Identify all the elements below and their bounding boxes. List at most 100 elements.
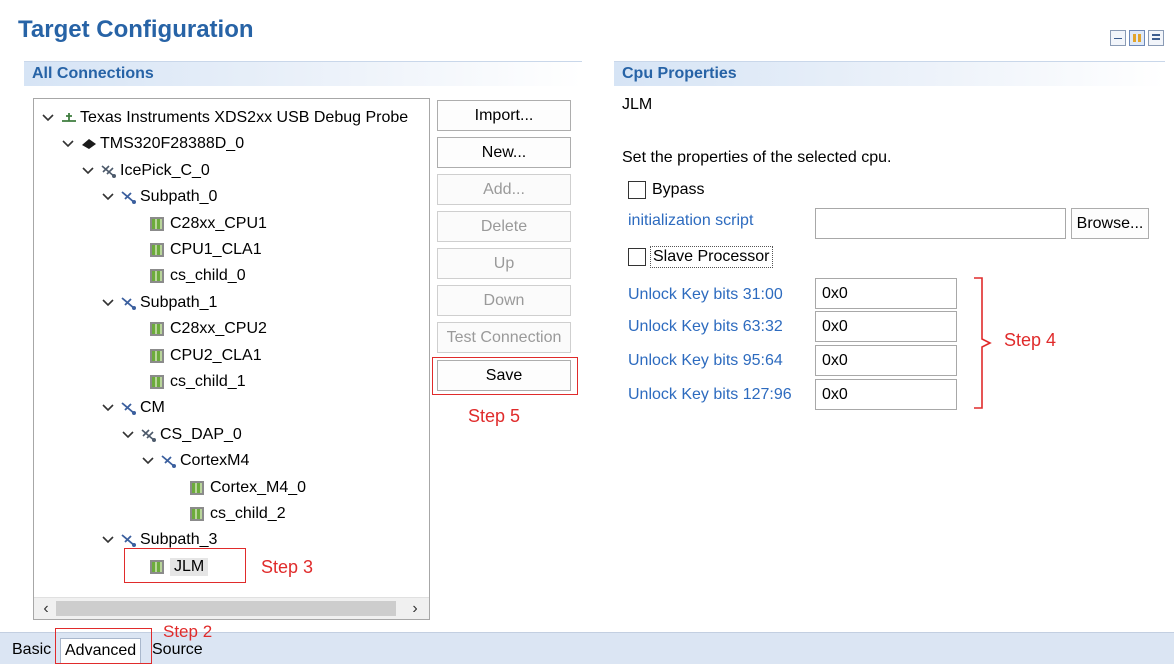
tree-item-label: Cortex_M4_0 — [210, 478, 307, 496]
test-connection-button[interactable]: Test Connection — [437, 322, 571, 353]
advanced-tab-highlight — [55, 628, 152, 664]
unlock-key-input-0[interactable]: 0x0 — [815, 278, 957, 309]
slave-processor-row[interactable]: Slave Processor — [628, 246, 773, 268]
cpu-properties-header: Cpu Properties — [614, 61, 1165, 86]
down-button[interactable]: Down — [437, 285, 571, 316]
tree-item[interactable]: Subpath_1 — [102, 290, 217, 316]
device-icon — [80, 136, 98, 152]
chevron-down-icon[interactable] — [42, 112, 54, 124]
init-script-label: initialization script — [628, 212, 754, 229]
unlock-key-label-3: Unlock Key bits 127:96 — [628, 386, 792, 403]
jlm-highlight — [124, 548, 246, 583]
scroll-thumb[interactable] — [56, 601, 396, 616]
unlock-key-label-0: Unlock Key bits 31:00 — [628, 286, 783, 303]
unlock-key-input-1[interactable]: 0x0 — [815, 311, 957, 342]
step4-label: Step 4 — [1004, 330, 1057, 350]
subpath-icon — [120, 295, 138, 311]
collapse-icon[interactable] — [1110, 30, 1126, 46]
tree-item-label: CPU1_CLA1 — [170, 241, 262, 258]
chevron-down-icon[interactable] — [102, 534, 114, 546]
tree-item[interactable]: Cortex_M4_0 — [190, 475, 306, 501]
slave-processor-checkbox[interactable] — [628, 248, 646, 266]
tree-item-label: C28xx_CPU2 — [170, 320, 267, 338]
tree-item-label: C28xx_CPU1 — [170, 214, 267, 232]
new-button[interactable]: New... — [437, 137, 571, 168]
chevron-down-icon[interactable] — [62, 138, 74, 150]
subpath-icon — [120, 189, 138, 205]
unlock-key-label-1: Unlock Key bits 63:32 — [628, 318, 783, 335]
cpu-chip-icon — [150, 322, 164, 337]
tree-item[interactable]: cs_child_1 — [150, 369, 246, 395]
tree-item-label: cs_child_0 — [170, 267, 246, 285]
cpu-chip-icon — [150, 375, 164, 389]
tree-item[interactable]: CortexM4 — [142, 448, 249, 474]
up-button[interactable]: Up — [437, 248, 571, 279]
chevron-down-icon[interactable] — [142, 455, 154, 467]
chevron-down-icon[interactable] — [122, 429, 134, 441]
step5-label: Step 5 — [468, 406, 521, 426]
list-view-icon[interactable] — [1148, 30, 1164, 46]
chevron-down-icon[interactable] — [82, 165, 94, 177]
browse-button[interactable]: Browse... — [1071, 208, 1149, 239]
chevron-down-icon[interactable] — [102, 191, 114, 203]
tree-item[interactable]: IcePick_C_0 — [82, 158, 210, 184]
page-title: Target Configuration — [18, 16, 254, 43]
subpath-icon — [120, 400, 138, 416]
probe-icon — [60, 110, 78, 126]
grid-view-icon[interactable] — [1129, 30, 1145, 46]
cpu-name: JLM — [622, 96, 653, 113]
delete-button[interactable]: Delete — [437, 211, 571, 242]
cpu-chip-icon — [150, 216, 164, 231]
tree-item[interactable]: CM — [102, 395, 165, 421]
router-icon — [140, 427, 158, 443]
tree-item-label: CS_DAP_0 — [160, 425, 242, 443]
tree-item-label: cs_child_1 — [170, 373, 246, 390]
bypass-checkbox[interactable] — [628, 181, 646, 199]
tree-item-label: Subpath_3 — [140, 531, 218, 549]
tree-item[interactable]: C28xx_CPU2 — [150, 316, 267, 342]
step3-label: Step 3 — [261, 557, 314, 577]
add-button[interactable]: Add... — [437, 174, 571, 205]
router-icon — [100, 163, 118, 179]
chevron-down-icon[interactable] — [102, 402, 114, 414]
tree-item[interactable]: cs_child_2 — [190, 501, 286, 527]
horizontal-scrollbar[interactable]: ‹ › — [34, 597, 429, 619]
tree-item-label: cs_child_2 — [210, 505, 286, 522]
unlock-key-input-2[interactable]: 0x0 — [815, 345, 957, 376]
connections-tree[interactable]: Texas Instruments XDS2xx USB Debug Probe… — [33, 98, 430, 620]
tree-item-label: Texas Instruments XDS2xx USB Debug Probe — [80, 109, 409, 126]
all-connections-header: All Connections — [24, 61, 582, 86]
init-script-input[interactable] — [815, 208, 1066, 239]
tree-item-label: Subpath_1 — [140, 293, 218, 311]
bypass-row[interactable]: Bypass — [628, 181, 704, 199]
tree-item[interactable]: C28xx_CPU1 — [150, 211, 267, 237]
save-highlight — [432, 357, 578, 395]
slave-processor-label: Slave Processor — [650, 246, 773, 268]
tree-item-label: TMS320F28388D_0 — [100, 135, 245, 153]
chevron-down-icon[interactable] — [102, 297, 114, 309]
step2-label: Step 2 — [163, 622, 213, 641]
step4-bracket — [974, 277, 992, 409]
tree-item-label: CM — [140, 399, 165, 417]
tree-item[interactable]: Texas Instruments XDS2xx USB Debug Probe — [42, 105, 408, 131]
scroll-left-icon[interactable]: ‹ — [38, 601, 54, 617]
tree-item[interactable]: CPU2_CLA1 — [150, 343, 262, 369]
tree-item[interactable]: TMS320F28388D_0 — [62, 131, 244, 157]
view-controls — [1110, 30, 1164, 46]
tree-item[interactable]: Subpath_0 — [102, 184, 217, 210]
import-button[interactable]: Import... — [437, 100, 571, 131]
tree-item-label: Subpath_0 — [140, 188, 218, 206]
cpu-chip-icon — [150, 348, 164, 363]
tab-basic[interactable]: Basic — [12, 638, 51, 664]
tree-item[interactable]: cs_child_0 — [150, 263, 246, 289]
tree-item[interactable]: CPU1_CLA1 — [150, 237, 262, 263]
cpu-description: Set the properties of the selected cpu. — [622, 149, 892, 166]
tree-item[interactable]: CS_DAP_0 — [122, 422, 242, 448]
cpu-chip-icon — [190, 507, 204, 521]
scroll-right-icon[interactable]: › — [407, 601, 423, 617]
unlock-key-input-3[interactable]: 0x0 — [815, 379, 957, 410]
subpath-icon — [120, 532, 138, 548]
tree-item-label: CPU2_CLA1 — [170, 346, 262, 364]
bypass-label: Bypass — [652, 181, 705, 198]
cpu-chip-icon — [150, 243, 164, 257]
